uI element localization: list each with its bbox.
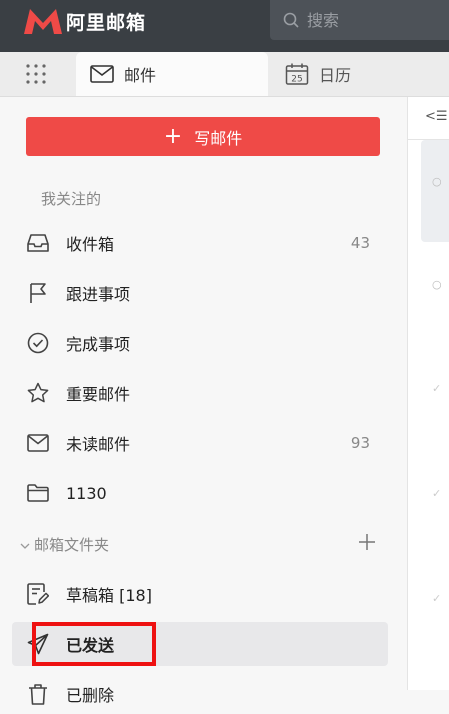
collapse-toggle[interactable]: <☰ — [408, 97, 449, 140]
compose-button[interactable]: + 写邮件 — [26, 117, 380, 156]
envelope-icon — [26, 431, 50, 455]
sidebar-item-label: 1130 — [66, 483, 107, 503]
search-box[interactable] — [270, 0, 449, 40]
mail-icon — [90, 65, 114, 83]
sidebar: + 写邮件 我关注的 收件箱 43 跟进事项 完成事项 重要邮件 未读邮件 93 — [0, 97, 407, 705]
add-folder-icon[interactable] — [358, 533, 376, 555]
calendar-icon: 25 — [285, 63, 309, 85]
sidebar-item-label: 完成事项 — [66, 335, 131, 354]
logo-m-icon — [24, 9, 62, 34]
tab-calendar[interactable]: 25 日历 — [285, 52, 351, 96]
message-list-panel: <☰ ○ ○ ✓ ✓ ✓ — [407, 97, 449, 690]
sidebar-item-label: 重要邮件 — [66, 385, 131, 404]
sidebar-item-label: 草稿箱 [18] — [66, 586, 152, 605]
folders-header[interactable]: 邮箱文件夹 — [20, 527, 380, 561]
sidebar-item-done[interactable]: 完成事项 — [26, 323, 380, 363]
sidebar-item-folder-1130[interactable]: 1130 — [26, 473, 380, 513]
highlight-box — [32, 622, 156, 666]
trash-icon — [26, 682, 50, 706]
app-logo[interactable]: 阿里邮箱 — [22, 6, 146, 36]
check-circle-icon — [26, 331, 50, 355]
check-icon: ✓ — [432, 487, 442, 500]
folders-title: 邮箱文件夹 — [34, 535, 110, 554]
sidebar-item-label: 已删除 — [66, 686, 115, 705]
unread-count: 43 — [350, 234, 370, 252]
inbox-icon — [26, 231, 50, 255]
star-icon — [26, 381, 50, 405]
tab-bar: 邮件 25 日历 — [0, 52, 449, 97]
unread-dot-icon: ○ — [432, 278, 442, 291]
sidebar-item-label: 未读邮件 — [66, 435, 131, 454]
sidebar-item-inbox[interactable]: 收件箱 43 — [26, 223, 380, 263]
folder-icon — [26, 481, 50, 505]
check-icon: ✓ — [432, 592, 442, 605]
app-title: 阿里邮箱 — [66, 11, 147, 34]
sidebar-item-important[interactable]: 重要邮件 — [26, 373, 380, 413]
calendar-day: 25 — [291, 75, 302, 85]
top-bar: 阿里邮箱 — [0, 0, 449, 52]
search-icon — [283, 12, 299, 28]
chevron-down-icon — [20, 535, 34, 553]
unread-dot-icon: ○ — [432, 175, 442, 188]
unread-count: 93 — [350, 434, 370, 452]
draft-icon — [26, 582, 50, 606]
flag-icon — [26, 281, 50, 305]
sidebar-item-label: 跟进事项 — [66, 285, 131, 304]
compose-label: 写邮件 — [194, 128, 243, 148]
apps-grid-icon[interactable] — [25, 63, 47, 85]
collapse-icon: <☰ — [425, 109, 448, 124]
tab-mail-label: 邮件 — [124, 66, 157, 85]
plus-icon: + — [163, 123, 183, 149]
sidebar-item-drafts[interactable]: 草稿箱 [18] — [26, 574, 380, 614]
sidebar-item-label: 收件箱 — [66, 235, 115, 254]
check-icon: ✓ — [432, 382, 442, 395]
search-input[interactable] — [307, 10, 427, 30]
tab-calendar-label: 日历 — [319, 66, 352, 85]
sidebar-item-trash[interactable]: 已删除 — [26, 674, 380, 714]
sidebar-item-followup[interactable]: 跟进事项 — [26, 273, 380, 313]
sidebar-item-unread[interactable]: 未读邮件 93 — [26, 423, 380, 463]
favorites-title: 我关注的 — [41, 190, 102, 208]
selected-message-row[interactable] — [421, 140, 449, 242]
tab-mail[interactable]: 邮件 — [76, 52, 268, 96]
